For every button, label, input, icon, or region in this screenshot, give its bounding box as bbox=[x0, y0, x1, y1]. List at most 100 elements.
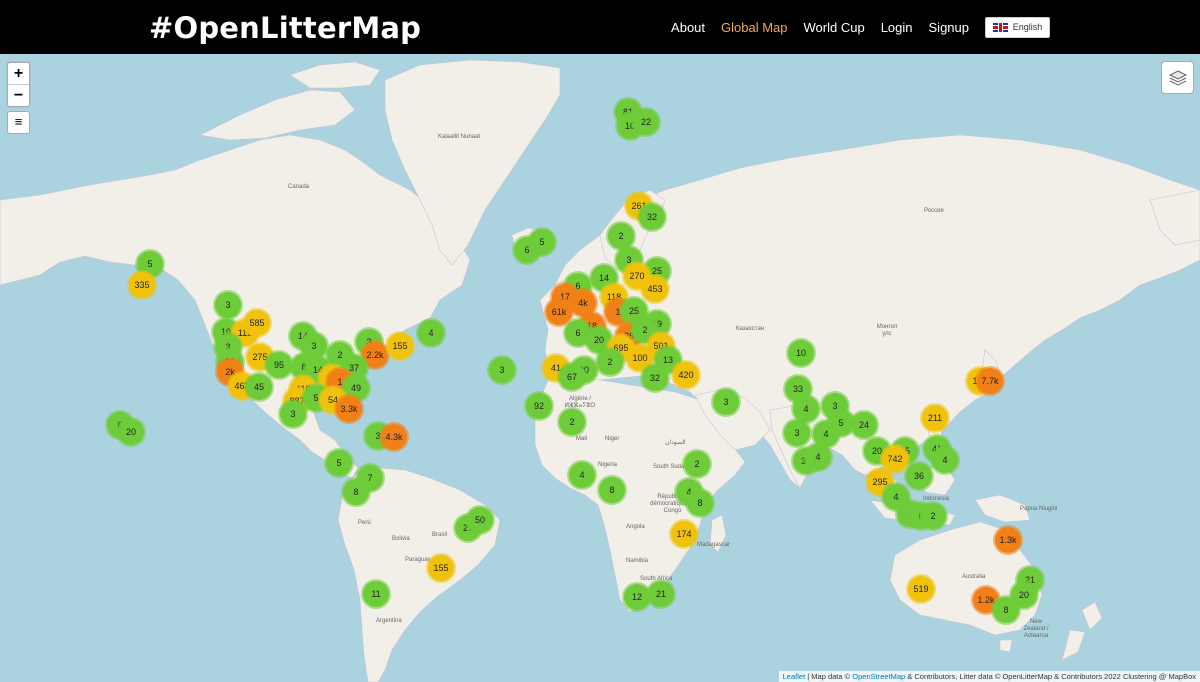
cluster-count: 4 bbox=[893, 492, 899, 502]
leaflet-link[interactable]: Leaflet bbox=[783, 672, 806, 681]
cluster-count: 453 bbox=[647, 284, 663, 294]
zoom-in-button[interactable]: + bbox=[8, 63, 29, 84]
cluster-count: 22 bbox=[640, 117, 651, 127]
litter-cluster-marker[interactable]: 10 bbox=[788, 340, 814, 366]
litter-cluster-marker[interactable]: 11 bbox=[363, 581, 389, 607]
cluster-count: 211 bbox=[927, 413, 943, 423]
cluster-count: 275 bbox=[252, 352, 268, 362]
litter-cluster-marker[interactable]: 22 bbox=[633, 109, 659, 135]
cluster-count: 32 bbox=[646, 212, 657, 222]
cluster-count: 1.3k bbox=[999, 535, 1017, 545]
litter-cluster-marker[interactable]: 2 bbox=[597, 349, 623, 375]
litter-cluster-marker[interactable]: 4 bbox=[418, 320, 444, 346]
litter-cluster-marker[interactable]: 5 bbox=[326, 450, 352, 476]
litter-cluster-marker[interactable]: 2 bbox=[920, 503, 946, 529]
litter-cluster-marker[interactable]: 335 bbox=[129, 272, 155, 298]
litter-cluster-marker[interactable]: 4.3k bbox=[381, 424, 407, 450]
label-niger: Niger bbox=[605, 436, 620, 442]
litter-cluster-marker[interactable]: 20 bbox=[118, 419, 144, 445]
litter-cluster-marker[interactable]: 155 bbox=[387, 333, 413, 359]
cluster-count: 3 bbox=[225, 300, 231, 310]
nav-signup[interactable]: Signup bbox=[929, 20, 969, 35]
litter-cluster-marker[interactable]: 4 bbox=[805, 444, 831, 470]
litter-cluster-marker[interactable]: 4 bbox=[793, 396, 819, 422]
litter-cluster-marker[interactable]: 8 bbox=[687, 490, 713, 516]
litter-cluster-marker[interactable]: 8 bbox=[599, 477, 625, 503]
nav-login[interactable]: Login bbox=[881, 20, 913, 35]
litter-cluster-marker[interactable]: 21 bbox=[648, 581, 674, 607]
cluster-count: 2.2k bbox=[366, 350, 384, 360]
nav-about[interactable]: About bbox=[671, 20, 705, 35]
litter-cluster-marker[interactable]: 3 bbox=[489, 357, 515, 383]
cluster-count: 3 bbox=[499, 365, 505, 375]
cluster-count: 6 bbox=[524, 245, 530, 255]
label-australia: Australia bbox=[962, 574, 986, 580]
litter-cluster-marker[interactable]: 36 bbox=[906, 463, 932, 489]
layers-control-button[interactable] bbox=[1161, 61, 1194, 94]
litter-cluster-marker[interactable]: 7.7k bbox=[977, 368, 1003, 394]
litter-cluster-marker[interactable]: 3.3k bbox=[336, 396, 362, 422]
litter-cluster-marker[interactable]: 3 bbox=[280, 401, 306, 427]
litter-cluster-marker[interactable]: 2 bbox=[684, 451, 710, 477]
label-papua: Papua Niugini bbox=[1020, 506, 1058, 512]
litter-cluster-marker[interactable]: 519 bbox=[908, 576, 934, 602]
litter-cluster-marker[interactable]: 61k bbox=[546, 299, 572, 325]
cluster-count: 25 bbox=[651, 266, 662, 276]
cluster-count: 1 bbox=[337, 377, 343, 387]
litter-cluster-marker[interactable]: 8 bbox=[343, 479, 369, 505]
litter-cluster-marker[interactable]: 4 bbox=[569, 462, 595, 488]
litter-cluster-marker[interactable]: 5 bbox=[529, 229, 555, 255]
cluster-count: 4k bbox=[578, 298, 588, 308]
cluster-count: 7 bbox=[367, 473, 373, 483]
litter-cluster-marker[interactable]: 1.3k bbox=[995, 527, 1021, 553]
cluster-count: 2 bbox=[642, 325, 648, 335]
litter-cluster-marker[interactable]: 4 bbox=[932, 447, 958, 473]
cluster-count: 3 bbox=[375, 431, 381, 441]
litter-cluster-marker[interactable]: 3 bbox=[784, 420, 810, 446]
litter-cluster-marker[interactable]: 67 bbox=[559, 364, 585, 390]
osm-link[interactable]: OpenStreetMap bbox=[852, 672, 905, 681]
litter-cluster-marker[interactable]: 2 bbox=[559, 409, 585, 435]
cluster-count: 24 bbox=[858, 420, 869, 430]
nav-world-cup[interactable]: World Cup bbox=[804, 20, 865, 35]
litter-cluster-marker[interactable]: 8 bbox=[993, 597, 1019, 623]
cluster-count: 37 bbox=[348, 363, 359, 373]
cluster-count: 155 bbox=[433, 563, 449, 573]
litter-cluster-marker[interactable]: 420 bbox=[673, 362, 699, 388]
litter-cluster-marker[interactable]: 2 bbox=[608, 223, 634, 249]
litter-cluster-marker[interactable]: 453 bbox=[642, 276, 668, 302]
litter-cluster-marker[interactable]: 585 bbox=[244, 310, 270, 336]
cluster-count: 270 bbox=[629, 271, 645, 281]
litter-cluster-marker[interactable]: 45 bbox=[246, 374, 272, 400]
brand-logo[interactable]: #OpenLitterMap bbox=[149, 11, 421, 45]
cluster-count: 50 bbox=[474, 515, 485, 525]
litter-cluster-marker[interactable]: 742 bbox=[882, 446, 908, 472]
litter-cluster-marker[interactable]: 3 bbox=[215, 292, 241, 318]
litter-cluster-marker[interactable]: 32 bbox=[639, 204, 665, 230]
cluster-count: 585 bbox=[249, 318, 265, 328]
litter-cluster-marker[interactable]: 3 bbox=[713, 389, 739, 415]
label-namibia: Namibia bbox=[626, 558, 649, 564]
nav-global-map[interactable]: Global Map bbox=[721, 20, 787, 35]
menu-toggle-button[interactable]: ≡ bbox=[7, 111, 30, 134]
litter-cluster-marker[interactable]: 24 bbox=[851, 412, 877, 438]
language-selector[interactable]: English bbox=[985, 16, 1050, 38]
litter-cluster-marker[interactable]: 211 bbox=[922, 405, 948, 431]
litter-cluster-marker[interactable]: 92 bbox=[526, 393, 552, 419]
attribution-text-1: | Map data © bbox=[805, 672, 853, 681]
zoom-out-button[interactable]: − bbox=[8, 84, 29, 106]
litter-cluster-marker[interactable]: 95 bbox=[266, 352, 292, 378]
cluster-count: 5 bbox=[336, 458, 342, 468]
world-map[interactable]: Kalaallit Nunaat Canada Россия Казахстан… bbox=[0, 54, 1200, 682]
cluster-count: 155 bbox=[392, 341, 408, 351]
uk-flag-icon bbox=[992, 22, 1008, 32]
litter-cluster-marker[interactable]: 50 bbox=[467, 507, 493, 533]
cluster-count: 10 bbox=[795, 348, 806, 358]
nav-links: About Global Map World Cup Login Signup … bbox=[671, 0, 1200, 54]
litter-cluster-marker[interactable]: 174 bbox=[671, 521, 697, 547]
litter-cluster-marker[interactable]: 12 bbox=[624, 584, 650, 610]
cluster-count: 8 bbox=[1003, 605, 1009, 615]
cluster-count: 4 bbox=[942, 455, 948, 465]
litter-cluster-marker[interactable]: 32 bbox=[642, 365, 668, 391]
litter-cluster-marker[interactable]: 155 bbox=[428, 555, 454, 581]
